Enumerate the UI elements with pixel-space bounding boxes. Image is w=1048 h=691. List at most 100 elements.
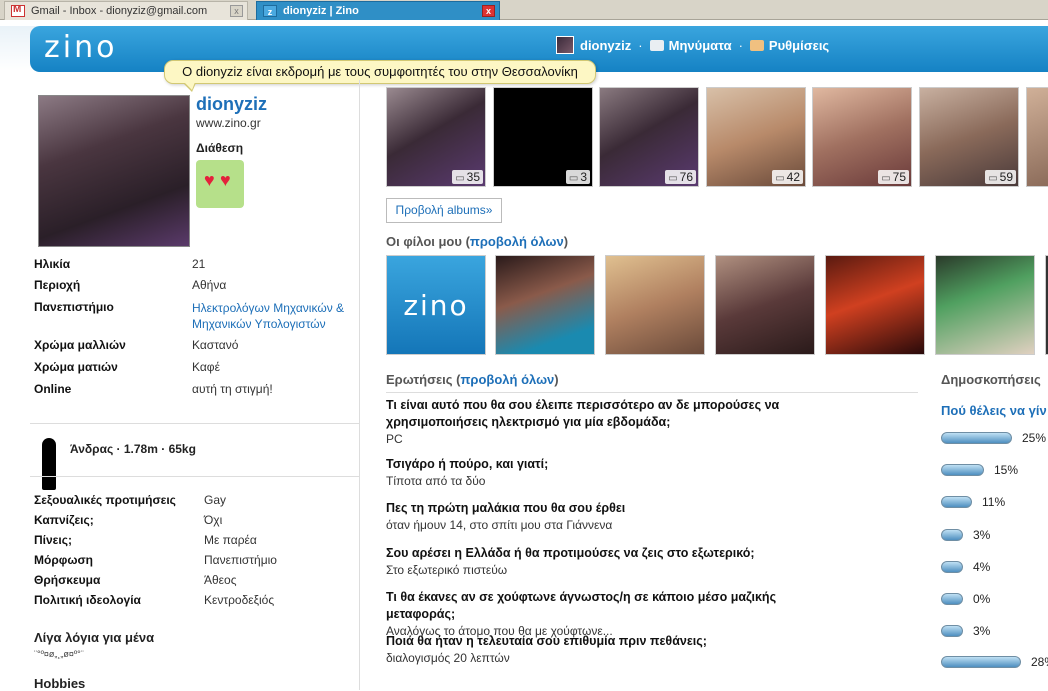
detail-value: Καστανό [192, 338, 239, 352]
view-albums-button[interactable]: Προβολή albums» [386, 198, 502, 223]
poll-percent: 15% [994, 463, 1019, 477]
pref-key: Θρήσκευμα [34, 573, 101, 587]
body-stats: Άνδρας · 1.78m · 65kg [70, 442, 196, 456]
poll-bar [941, 561, 963, 573]
messages-icon [649, 39, 664, 51]
photo-thumb[interactable] [1026, 87, 1048, 187]
pref-key: Καπνίζεις; [34, 513, 94, 527]
settings-link[interactable]: Ρυθμίσεις [769, 38, 829, 53]
comment-count: 59 [985, 170, 1016, 184]
mood-label: Διάθεση [196, 141, 244, 155]
photo-thumb[interactable]: 59 [919, 87, 1019, 187]
pref-key: Πολιτική ιδεολογία [34, 593, 141, 607]
love-mood-icon [196, 160, 244, 208]
comment-count: 35 [452, 170, 483, 184]
poll-bar [941, 464, 984, 476]
poll-percent: 25% [1022, 431, 1047, 445]
answer-text: όταν ήμουν 14, στο σπίτι μου στα Γιάννεν… [386, 518, 613, 532]
poll-question-link[interactable]: Πού θέλεις να γίν [941, 403, 1047, 418]
photo-thumb[interactable]: 35 [386, 87, 486, 187]
user-link[interactable]: dionyziz [580, 38, 631, 53]
about-value: ¨°º¤ø„¸„ø¤º°¨ [34, 649, 84, 659]
friends-strip: zino [386, 255, 1048, 355]
question-text: Πες τη πρώτη μαλάκια που θα σου έρθει [386, 501, 626, 515]
photo-thumb[interactable]: 76 [599, 87, 699, 187]
profile-avatar[interactable] [38, 95, 190, 247]
comment-count: 42 [772, 170, 803, 184]
messages-link[interactable]: Μηνύματα [669, 38, 732, 53]
friend-thumb[interactable] [605, 255, 705, 355]
poll-bar [941, 625, 963, 637]
pref-value: Gay [204, 493, 227, 507]
zino-icon: z [263, 5, 277, 17]
divider [386, 392, 918, 393]
questions-view-all-link[interactable]: προβολή όλων [460, 372, 554, 387]
comment-count: 3 [565, 170, 590, 184]
poll-percent: 0% [973, 592, 991, 606]
question-item: Σου αρέσει η Ελλάδα ή θα προτιμούσες να … [386, 545, 816, 579]
profile-site: www.zino.gr [196, 116, 261, 130]
detail-key: Περιοχή [34, 278, 81, 292]
top-nav: dionyziz · Μηνύματα · Ρυθμίσεις [556, 36, 829, 54]
poll-percent: 28% [1031, 655, 1048, 669]
question-text: Τι θα έκανες αν σε χούφτωνε άγνωστος/η σ… [386, 590, 777, 621]
answer-text: PC [386, 432, 403, 446]
detail-value: 21 [192, 257, 206, 271]
photo-thumb[interactable]: 75 [812, 87, 912, 187]
question-item: Ποιά θα ήταν η τελευταία σου επιθυμία πρ… [386, 633, 816, 667]
detail-key: Πανεπιστήμιο [34, 300, 114, 314]
question-text: Τσιγάρο ή πούρο, και γιατί; [386, 457, 549, 471]
poll-percent: 4% [973, 560, 991, 574]
question-text: Ποιά θα ήταν η τελευταία σου επιθυμία πρ… [386, 634, 707, 648]
detail-key: Χρώμα μαλλιών [34, 338, 126, 352]
pref-key: Πίνεις; [34, 533, 72, 547]
polls-heading: Δημοσκοπήσεις [941, 372, 1041, 387]
detail-key: Ηλικία [34, 257, 71, 271]
question-text: Τι είναι αυτό που θα σου έλειπε περισσότ… [386, 398, 780, 429]
friends-view-all-link[interactable]: προβολή όλων [470, 234, 564, 249]
answer-text: Τίποτα από τα δύο [386, 474, 486, 488]
friend-thumb[interactable] [715, 255, 815, 355]
pref-value: Όχι [204, 513, 223, 527]
tab-zino[interactable]: z dionyziz | Zino x [256, 1, 500, 20]
friends-title: Οι φίλοι μου [386, 234, 462, 249]
pref-key: Μόρφωση [34, 553, 94, 567]
photo-thumb[interactable]: 3 [493, 87, 593, 187]
gmail-icon [11, 4, 25, 17]
hobbies-label: Hobbies [34, 676, 86, 691]
friends-heading: Οι φίλοι μου (προβολή όλων) [386, 234, 569, 249]
avatar[interactable] [556, 36, 574, 54]
detail-value: αυτή τη στιγμή! [192, 382, 273, 396]
poll-percent: 11% [982, 495, 1006, 509]
friend-thumb[interactable] [495, 255, 595, 355]
friend-thumb[interactable]: zino [386, 255, 486, 355]
browser-tab-bar: Gmail - Inbox - dionyziz@gmail.com x z d… [0, 0, 1048, 20]
detail-key: Online [34, 382, 72, 396]
questions-heading: Ερωτήσεις (προβολή όλων) [386, 372, 559, 387]
poll-bar [941, 432, 1012, 444]
close-icon[interactable]: x [482, 5, 495, 17]
university-link[interactable]: Ηλεκτρολόγων Μηχανικών & Μηχανικών Υπολο… [192, 300, 362, 332]
person-silhouette-icon [42, 438, 56, 490]
photo-thumb[interactable]: 42 [706, 87, 806, 187]
question-item: Τσιγάρο ή πούρο, και γιατί; Τίποτα από τ… [386, 456, 816, 490]
detail-value: Αθήνα [192, 278, 227, 292]
close-icon[interactable]: x [230, 5, 243, 17]
friend-thumb[interactable] [825, 255, 925, 355]
questions-title: Ερωτήσεις [386, 372, 453, 387]
answer-text: διαλογισμός 20 λεπτών [386, 651, 510, 665]
about-label: Λίγα λόγια για μένα [34, 630, 155, 645]
tab-gmail[interactable]: Gmail - Inbox - dionyziz@gmail.com x [4, 1, 248, 20]
pref-value: Άθεος [204, 573, 237, 587]
separator: · [738, 37, 743, 53]
question-item: Τι είναι αυτό που θα σου έλειπε περισσότ… [386, 397, 816, 448]
profile-name: dionyziz [196, 94, 267, 114]
answer-text: Στο εξωτερικό πιστεύω [386, 563, 508, 577]
tab-label: dionyziz | Zino [283, 5, 359, 17]
poll-bar [941, 529, 963, 541]
tab-label: Gmail - Inbox - dionyziz@gmail.com [31, 5, 208, 17]
question-text: Σου αρέσει η Ελλάδα ή θα προτιμούσες να … [386, 546, 755, 560]
comment-count: 76 [665, 170, 696, 184]
friend-thumb[interactable] [935, 255, 1035, 355]
zino-logo[interactable]: zino [44, 30, 117, 65]
